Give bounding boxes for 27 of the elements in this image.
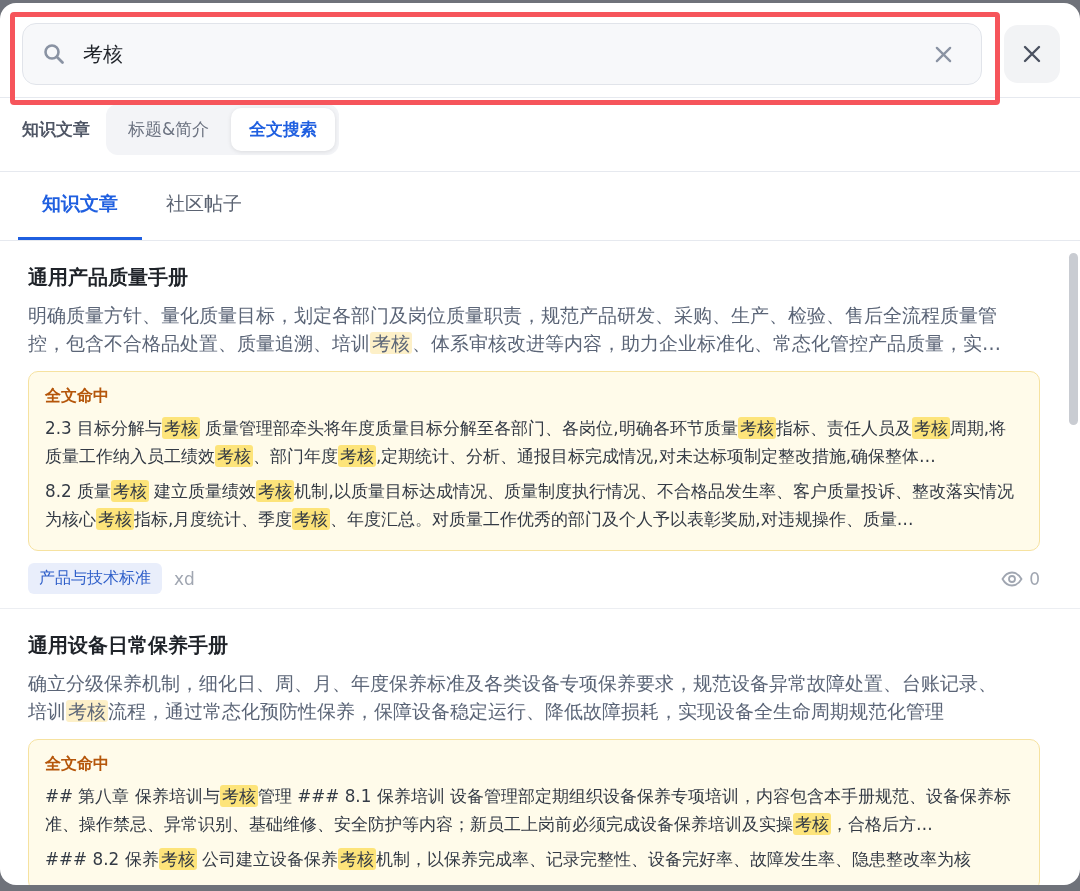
category-tag[interactable]: 产品与技术标准 xyxy=(28,563,162,594)
filter-option[interactable]: 标题&简介 xyxy=(110,108,228,151)
tab[interactable]: 知识文章 xyxy=(18,172,142,240)
search-input[interactable]: 考核 xyxy=(83,42,916,66)
author-name: xd xyxy=(174,568,195,589)
hit-label: 全文命中 xyxy=(45,753,110,775)
close-icon xyxy=(1022,44,1042,64)
hit-snippet: ## 第八章 保养培训与考核管理 ### 8.1 保养培训 设备管理部定期组织设备保养专项培训，内容包含本手册规范、设备保养标准、操作禁忌、异常识别、基础维修、安全防护等内容；新员工上岗前必须完成设备保养培训及实操考核，合格后方… xyxy=(45,784,1012,837)
filter-option[interactable]: 全文搜索 xyxy=(231,108,336,151)
article-title[interactable]: 通用产品质量手册 xyxy=(28,263,1040,291)
scrollbar-thumb[interactable] xyxy=(1069,253,1078,425)
search-field[interactable]: 考核 xyxy=(22,23,982,85)
tab[interactable]: 社区帖子 xyxy=(142,172,266,240)
hit-snippet: ### 8.2 保养考核 公司建立设备保养考核机制，以保养完成率、记录完整性、设备完好率、故障发生率、隐患整改率为核 xyxy=(45,847,972,872)
search-icon xyxy=(43,43,65,65)
view-count: 0 xyxy=(1029,568,1040,589)
article-description: 明确质量方针、量化质量目标，划定各部门及岗位质量职责，规范产品研发、采购、生产、检验、售后全流程质量管控，包含不合格品处置、质量追溯、培训 考核、体系审核改进等内容，助力企业标准化、常态化管控产品质量，实… xyxy=(28,303,1002,356)
eye-icon xyxy=(1001,570,1024,587)
clear-button[interactable] xyxy=(934,44,953,64)
article-description: 确立分级保养机制，细化日、周、月、年度保养标准及各类设备专项保养要求，规范设备异常故障处置、台账记录、培训 考核流程，通过常态化预防性保养，保障设备稳定运行、降低故障损耗，实现设备全生命周期规范化管理 xyxy=(28,671,998,724)
hit-snippet: 2.3 目标分解与考核 质量管理部牵头将年度质量目标分解至各部门、各岗位,明确各环节质量考核指标、责任人员及考核周期,将质量工作纳入员工绩效考核、部门年度考核,定期统计、分析、通报目标完成情况,对未达标项制定整改措施,确保整体… xyxy=(45,416,1008,469)
filter-label: 知识文章 xyxy=(22,118,90,141)
hit-snippet: 8.2 质量考核 建立质量绩效考核机制,以质量目标达成情况、质量制度执行情况、不合格品发生率、客户质量投诉、整改落实情况为核心考核指标,月度统计、季度考核、年度汇总。对质量工作优秀的部门及个人予以表彰奖励,对违规操作、质量… xyxy=(45,479,1015,532)
clear-icon xyxy=(934,44,953,64)
article-title[interactable]: 通用设备日常保养手册 xyxy=(28,631,1040,659)
close-button[interactable] xyxy=(1004,25,1060,83)
hit-label: 全文命中 xyxy=(45,385,110,407)
